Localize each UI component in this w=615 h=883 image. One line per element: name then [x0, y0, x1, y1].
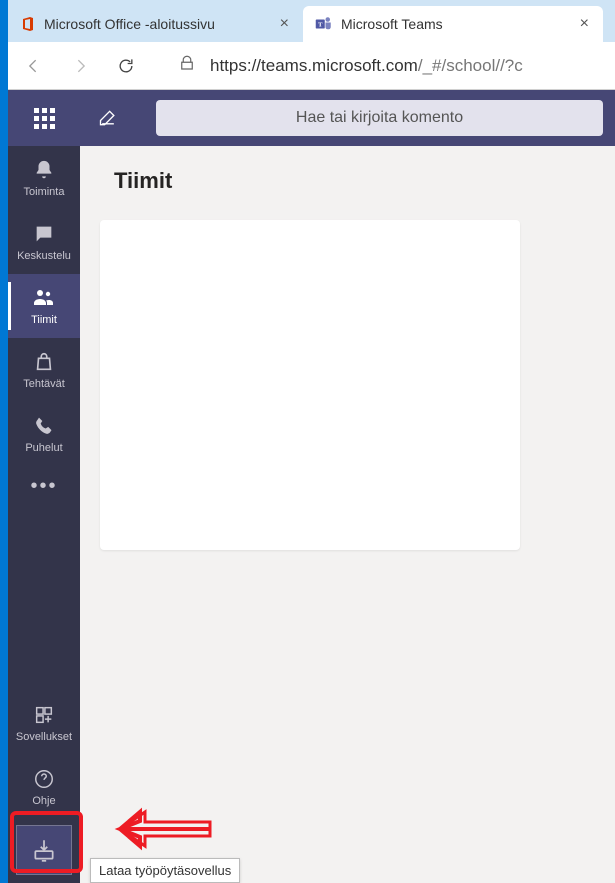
rail-label: Keskustelu — [17, 250, 71, 262]
rail-chat[interactable]: Keskustelu — [8, 210, 80, 274]
refresh-button[interactable] — [112, 52, 140, 80]
close-icon[interactable]: × — [276, 15, 293, 33]
svg-text:T: T — [318, 21, 323, 28]
rail-label: Ohje — [32, 795, 55, 807]
team-card-placeholder[interactable] — [100, 220, 520, 550]
rail-calls[interactable]: Puhelut — [8, 402, 80, 466]
rail-more[interactable]: ••• — [30, 466, 57, 506]
teams-icon: T — [315, 15, 333, 33]
help-icon — [32, 767, 56, 791]
search-input[interactable]: Hae tai kirjoita komento — [156, 100, 603, 136]
close-icon[interactable]: × — [576, 15, 593, 33]
rail-label: Tehtävät — [23, 378, 65, 390]
rail-label: Toiminta — [24, 186, 65, 198]
bag-icon — [32, 350, 56, 374]
tab-label: Microsoft Office -aloitussivu — [44, 16, 215, 32]
waffle-icon — [34, 108, 55, 129]
teams-top-bar: Hae tai kirjoita komento — [8, 90, 615, 146]
office-icon — [20, 16, 36, 32]
rail-label: Sovellukset — [16, 731, 72, 743]
bell-icon — [32, 158, 56, 182]
lock-icon — [178, 54, 196, 77]
new-chat-button[interactable] — [80, 90, 136, 146]
rail-apps[interactable]: Sovellukset — [8, 691, 80, 755]
browser-tab-teams[interactable]: T Microsoft Teams × — [303, 6, 603, 42]
browser-nav-bar: https://teams.microsoft.com/_#/school//?… — [8, 42, 615, 90]
page-title: Tiimit — [114, 168, 581, 194]
tab-label: Microsoft Teams — [341, 16, 443, 32]
apps-icon — [32, 703, 56, 727]
download-tooltip: Lataa työpöytäsovellus — [90, 858, 240, 883]
chat-icon — [32, 222, 56, 246]
browser-tab-office[interactable]: Microsoft Office -aloitussivu × — [8, 6, 303, 42]
address-bar[interactable]: https://teams.microsoft.com/_#/school//?… — [158, 54, 603, 77]
main-content: Tiimit — [80, 90, 615, 883]
rail-help[interactable]: Ohje — [8, 755, 80, 819]
url-text: https://teams.microsoft.com/_#/school//?… — [210, 56, 523, 76]
forward-button[interactable] — [66, 52, 94, 80]
left-rail: Toiminta Keskustelu Tiimit Tehtävät — [8, 90, 80, 883]
phone-icon — [32, 414, 56, 438]
rail-label: Puhelut — [25, 442, 62, 454]
app-launcher[interactable] — [8, 90, 80, 146]
rail-activity[interactable]: Toiminta — [8, 146, 80, 210]
download-desktop-button[interactable] — [16, 825, 72, 875]
rail-teams[interactable]: Tiimit — [8, 274, 80, 338]
rail-assignments[interactable]: Tehtävät — [8, 338, 80, 402]
search-placeholder: Hae tai kirjoita komento — [296, 109, 463, 127]
back-button[interactable] — [20, 52, 48, 80]
rail-label: Tiimit — [31, 314, 57, 326]
teams-people-icon — [32, 286, 56, 310]
browser-tab-bar: Microsoft Office -aloitussivu × T Micros… — [8, 0, 615, 42]
